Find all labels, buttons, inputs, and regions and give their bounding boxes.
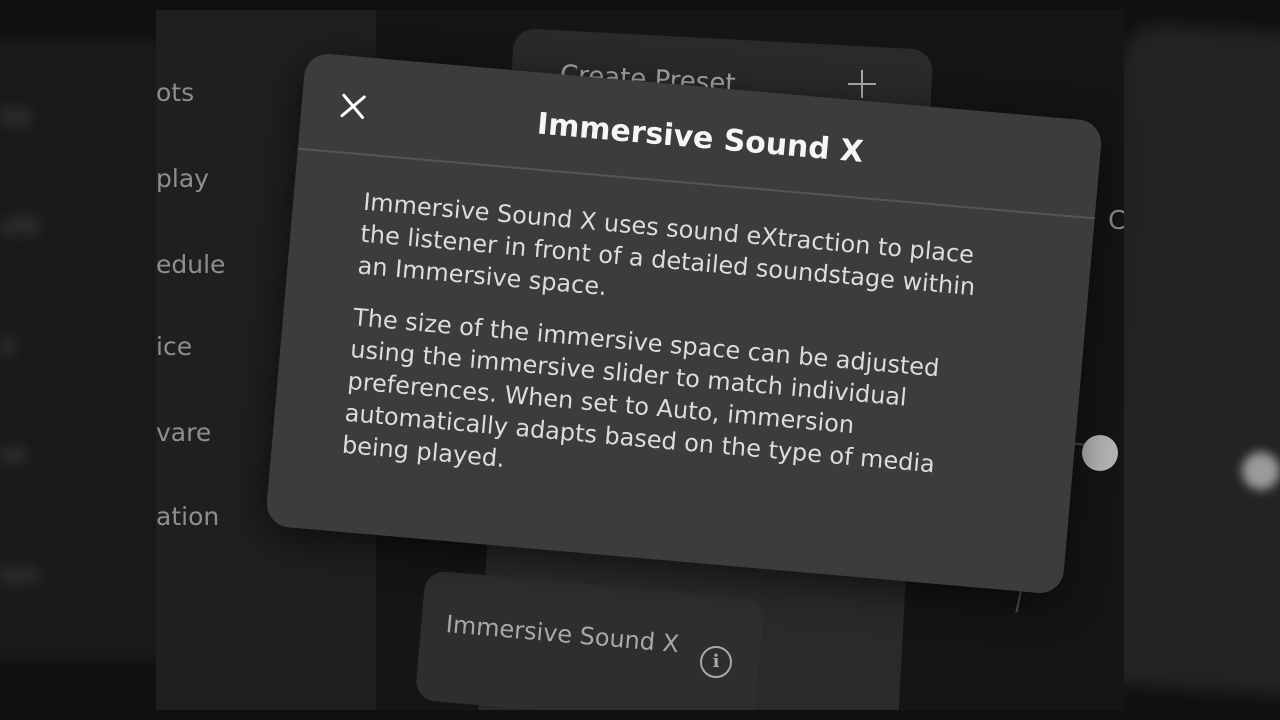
ghost-label: ule [0,210,40,240]
sidebar-item[interactable]: ice [156,332,192,361]
right-panel-label: C [1108,206,1124,236]
modal-paragraph: The size of the immersive space can be a… [340,303,941,479]
ghost-label: e [0,330,16,360]
modal-body: Immersive Sound X uses sound eXtraction … [339,186,1002,537]
background-window-left: ay ule e re ion [0,40,180,660]
sidebar-item[interactable]: ation [156,502,219,531]
background-slider-knob [1242,452,1280,490]
ghost-label: ay [0,100,32,130]
plus-icon[interactable] [848,70,876,98]
sidebar-item[interactable]: edule [156,250,225,279]
info-modal: Immersive Sound X Immersive Sound X uses… [264,52,1104,595]
vision-os-scene: ay ule e re ion ots play edule ice vare … [0,0,1280,720]
info-icon[interactable]: i [700,646,732,678]
ghost-label: ion [0,560,40,590]
ghost-label: re [0,440,27,470]
sidebar-item[interactable]: ots [156,78,194,107]
sidebar-item[interactable]: play [156,164,209,193]
immersion-slider-knob[interactable] [1082,435,1118,471]
sidebar-item[interactable]: vare [156,418,211,447]
